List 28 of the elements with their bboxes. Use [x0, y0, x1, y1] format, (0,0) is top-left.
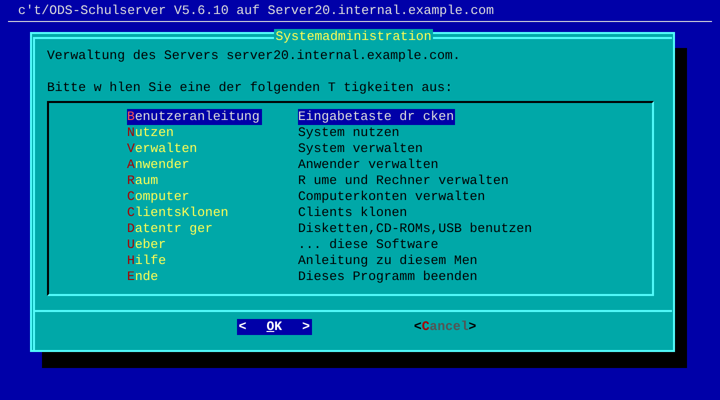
menu-item[interactable]: Anwender: [127, 157, 192, 173]
dialog-text: Bitte w hlen Sie eine der folgenden T tigkeiten aus:: [47, 80, 454, 96]
menu-description: Disketten,CD-ROMs,USB benutzen: [298, 221, 532, 237]
menu-description: Eingabetaste dr cken: [298, 109, 456, 125]
dialog-text: Verwaltung des Servers server20.internal.example.com.: [47, 48, 462, 64]
menu-item[interactable]: Verwalten: [127, 141, 200, 157]
menu-description: System verwalten: [298, 141, 423, 157]
dialog-button[interactable]: <Cancel>: [412, 319, 478, 335]
menu-description: Computerkonten verwalten: [298, 189, 486, 205]
menu-description: R ume und Rechner verwalten: [298, 173, 509, 189]
dialog-button[interactable]: < OK >: [236, 319, 312, 335]
menu-description: Anwender verwalten: [298, 157, 438, 173]
menu-description: ... diese Software: [298, 237, 438, 253]
menu-item[interactable]: Ueber: [127, 237, 168, 253]
back-title: c't/ODS-Schulserver V5.6.10 auf Server20.internal.example.com: [18, 3, 494, 19]
menu-item[interactable]: Raum: [127, 173, 160, 189]
menu-description: System nutzen: [298, 125, 400, 141]
menu-description: Clients klonen: [298, 205, 408, 221]
menu-item[interactable]: Benutzeranleitung: [127, 109, 262, 125]
menu-item[interactable]: Ende: [127, 269, 160, 285]
menu-item[interactable]: Computer: [127, 189, 192, 205]
menu-item[interactable]: Datentr ger: [127, 221, 215, 237]
menu-description: Anleitung zu diesem Men: [298, 253, 478, 269]
menu-item[interactable]: ClientsKlonen: [127, 205, 230, 221]
menu-item[interactable]: Hilfe: [127, 253, 168, 269]
menu-description: Dieses Programm beenden: [298, 269, 478, 285]
menu-item[interactable]: Nutzen: [127, 125, 176, 141]
dialog-title: Systemadministration: [274, 29, 433, 45]
